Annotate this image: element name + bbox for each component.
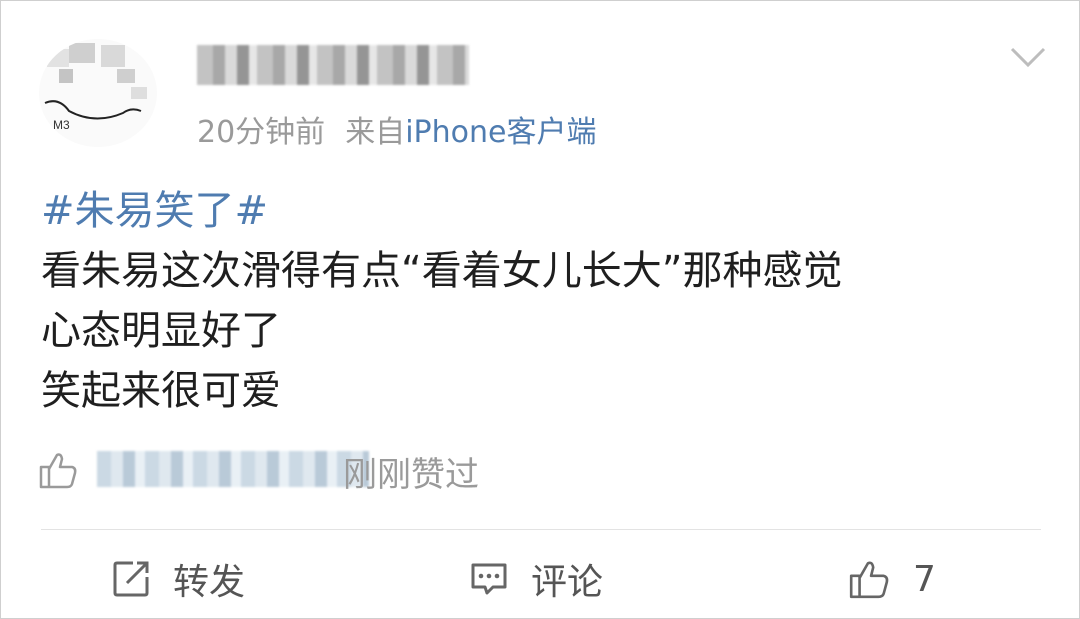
comment-icon <box>471 563 507 595</box>
comment-label: 评论 <box>531 562 604 603</box>
post-time: 20分钟前 <box>197 115 326 150</box>
topic-link[interactable]: #朱易笑了# <box>41 181 842 241</box>
repost-icon <box>113 561 149 597</box>
likes-status: 刚刚赞过 <box>343 455 479 495</box>
thumbs-up-icon <box>849 561 889 599</box>
post-line-3: 笑起来很可爱 <box>41 368 281 414</box>
comment-button[interactable]: 评论 <box>469 553 603 605</box>
svg-text:M3: M3 <box>53 118 70 132</box>
chevron-down-icon[interactable] <box>1008 37 1048 77</box>
post-content: #朱易笑了# 看朱易这次滑得有点“看着女儿长大”那种感觉 心态明显好了 笑起来很… <box>41 181 842 421</box>
thumbs-up-icon <box>39 453 77 489</box>
like-button[interactable]: 7 <box>847 553 936 605</box>
likes-row: 刚刚赞过 <box>37 443 637 495</box>
post-meta: 20分钟前 来自iPhone客户端 <box>197 107 596 151</box>
liker-names-blurred[interactable] <box>97 451 369 487</box>
divider <box>41 529 1041 530</box>
avatar[interactable]: M3 <box>39 39 157 147</box>
like-count: 7 <box>913 558 936 600</box>
weibo-post-card: M3 20分钟前 来自iPhone客户端 #朱易笑了# 看朱易这次滑得有点“看着女… <box>0 0 1080 619</box>
repost-label: 转发 <box>173 562 246 603</box>
post-line-1: 看朱易这次滑得有点“看着女儿长大”那种感觉 <box>41 248 843 294</box>
post-line-2: 心态明显好了 <box>41 308 281 354</box>
username-blurred[interactable] <box>197 45 469 85</box>
repost-button[interactable]: 转发 <box>111 553 245 605</box>
post-source-link[interactable]: iPhone客户端 <box>405 115 596 150</box>
source-prefix: 来自 <box>345 115 406 150</box>
